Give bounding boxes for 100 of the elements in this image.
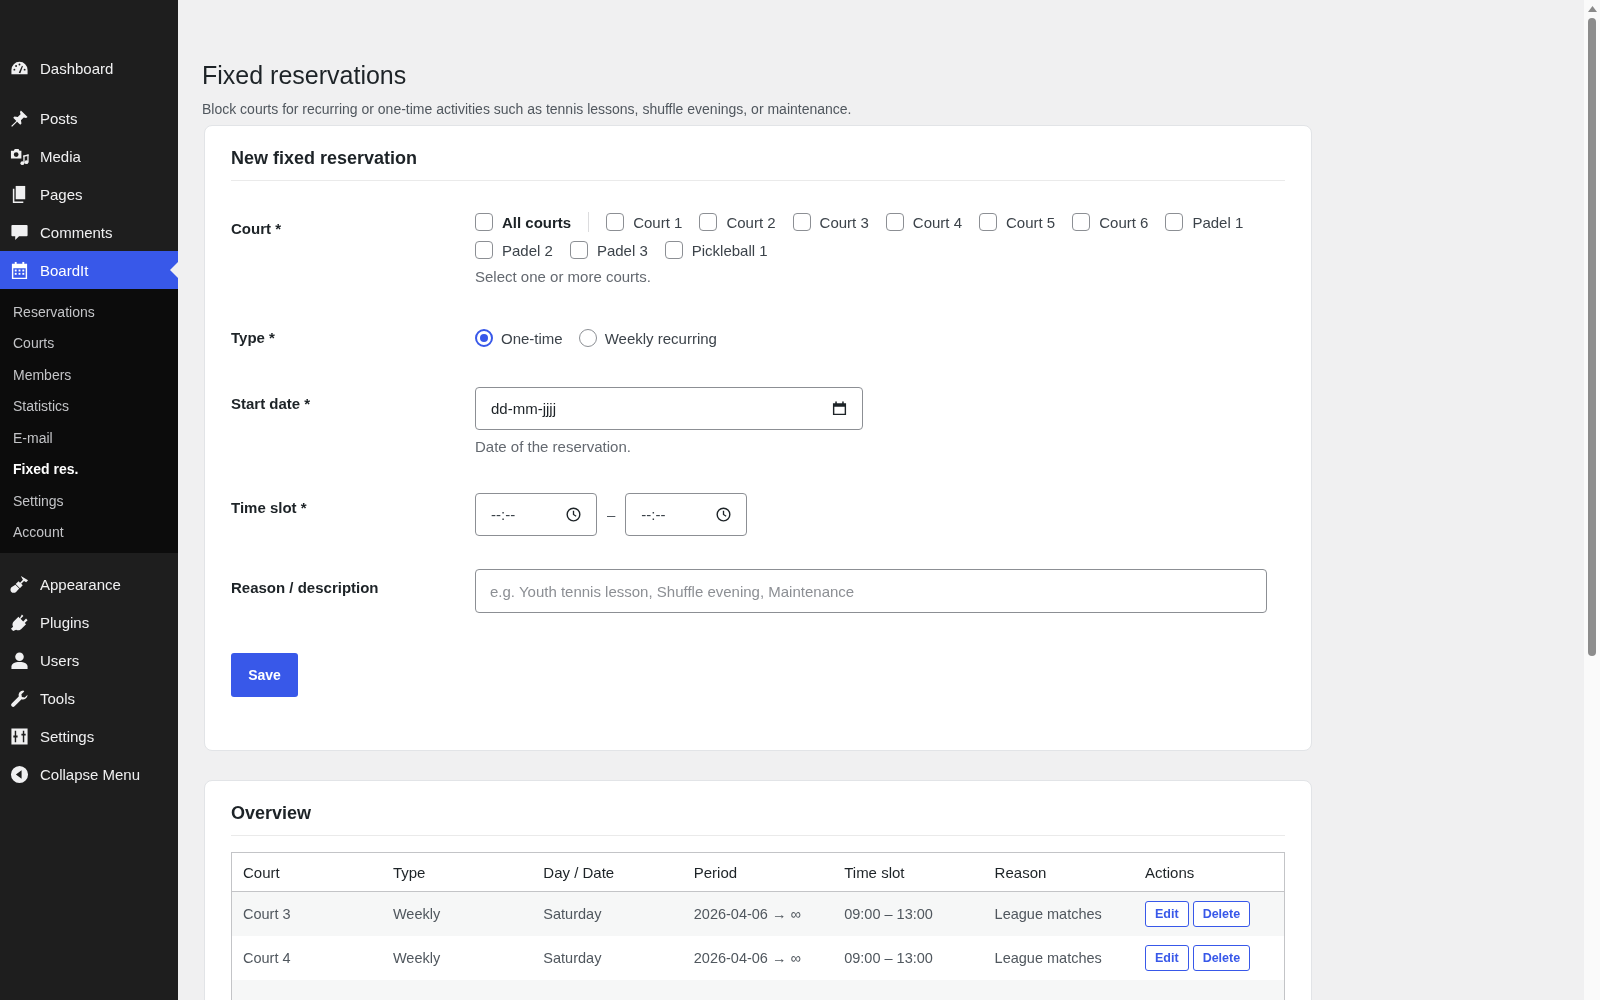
- checkbox[interactable]: [1072, 213, 1091, 231]
- page-title: Fixed reservations: [202, 60, 408, 91]
- time-field[interactable]: --:--: [475, 493, 597, 536]
- table-cell: League matches: [983, 936, 1135, 980]
- table-cell: Court 4: [231, 936, 382, 980]
- column-header: Period: [682, 852, 834, 892]
- card-title: Overview: [231, 801, 1285, 836]
- checkbox-label: Court 2: [726, 213, 776, 231]
- sidebar-item[interactable]: Pages: [0, 175, 178, 213]
- checkbox-label: Padel 2: [502, 241, 553, 259]
- checkbox-label: Court 4: [912, 213, 962, 231]
- reason-field[interactable]: e.g. Youth tennis lesson, Shuffle evening, Maintenance: [475, 569, 1267, 613]
- table-cell: Weekly: [381, 936, 533, 980]
- range-separator: –: [607, 506, 616, 523]
- save-button[interactable]: Save: [231, 653, 298, 697]
- sidebar-item[interactable]: Plugins: [0, 603, 178, 641]
- table-cell: 2026-04-06 → ∞: [682, 891, 834, 936]
- sidebar-item[interactable]: BoardIt: [0, 251, 178, 289]
- table-cell: 2026-04-06 → ∞: [682, 936, 834, 980]
- wrench-icon: [10, 688, 29, 708]
- field-label: Start date *: [231, 394, 312, 414]
- card-title: New fixed reservation: [231, 146, 1285, 181]
- delete-button[interactable]: Delete: [1192, 945, 1251, 971]
- checkbox[interactable]: [792, 213, 811, 231]
- camera-music-icon: [10, 146, 29, 166]
- field-hint: Date of the reservation.: [475, 437, 632, 457]
- radio-label: One-time: [501, 329, 563, 347]
- sidebar-item[interactable]: Comments: [0, 213, 178, 251]
- submenu-item[interactable]: Settings: [0, 485, 178, 517]
- page-description: Block courts for recurring or one-time activities such as tennis lessons, shuffle evenings, or maintenance.: [202, 100, 853, 119]
- sliders-icon: [10, 726, 29, 746]
- column-header: Reason: [983, 852, 1135, 892]
- sidebar-item[interactable]: Posts: [0, 99, 178, 137]
- field-label: Time slot *: [231, 498, 308, 518]
- table-cell: League matches: [983, 891, 1135, 936]
- column-header: Actions: [1134, 852, 1285, 892]
- checkbox-label: Court 6: [1099, 213, 1149, 231]
- table-cell: 09:00 – 13:00: [833, 891, 984, 936]
- radio-button[interactable]: [578, 329, 597, 347]
- field-label: Type *: [231, 328, 276, 348]
- submenu-item[interactable]: Members: [0, 359, 178, 391]
- radio-label: Weekly recurring: [604, 329, 717, 347]
- field-hint: Select one or more courts.: [475, 267, 652, 287]
- column-header: Day / Date: [532, 852, 683, 892]
- clock-icon: [566, 507, 581, 522]
- calendar-icon: [832, 401, 847, 416]
- sidebar-item[interactable]: Appearance: [0, 565, 178, 603]
- checkbox[interactable]: [885, 213, 904, 231]
- delete-button[interactable]: Delete: [1192, 901, 1251, 927]
- checkbox[interactable]: [979, 213, 997, 231]
- column-header: Court: [231, 852, 382, 892]
- sidebar-item[interactable]: Dashboard: [0, 49, 178, 87]
- checkbox-label: Court 5: [1006, 213, 1056, 231]
- submenu-item[interactable]: Statistics: [0, 390, 178, 422]
- checkbox-label: Pickleball 1: [691, 241, 768, 259]
- plug-icon: [10, 612, 29, 632]
- sidebar-item[interactable]: Settings: [0, 717, 178, 755]
- column-header: Type: [381, 852, 533, 892]
- date-field[interactable]: dd-mm-jjjj: [475, 387, 863, 430]
- checkbox[interactable]: [1165, 213, 1184, 231]
- checkbox-label: Padel 3: [596, 241, 648, 259]
- submenu-item[interactable]: Reservations: [0, 296, 178, 328]
- sidebar-item[interactable]: Media: [0, 137, 178, 175]
- speech-bubble-icon: [10, 222, 29, 242]
- collapse-menu-button[interactable]: Collapse Menu: [0, 755, 178, 793]
- column-header: Time slot: [833, 852, 984, 892]
- table-cell: Saturday: [532, 891, 683, 936]
- sidebar-item[interactable]: Users: [0, 641, 178, 679]
- calendar-icon: [10, 260, 29, 280]
- checkbox-label: All courts: [502, 213, 572, 231]
- checkbox-label: Court 3: [819, 213, 869, 231]
- table-cell: 09:00 – 13:00: [833, 936, 984, 980]
- submenu-item[interactable]: Courts: [0, 327, 178, 359]
- time-field[interactable]: --:--: [625, 493, 748, 536]
- radio-button[interactable]: [475, 329, 493, 347]
- checkbox[interactable]: [475, 213, 493, 231]
- checkbox-label: Padel 1: [1192, 213, 1244, 231]
- clock-icon: [716, 507, 732, 522]
- field-label: Court *: [231, 219, 282, 239]
- submenu-item[interactable]: Account: [0, 516, 178, 548]
- paintbrush-icon: [10, 574, 29, 594]
- pushpin-icon: [10, 108, 29, 128]
- table-cell: Saturday: [532, 936, 683, 980]
- table-cell: Court 3: [231, 891, 382, 936]
- checkbox[interactable]: [475, 241, 493, 259]
- scrollbar[interactable]: [1584, 0, 1600, 1000]
- checkbox[interactable]: [606, 213, 625, 231]
- table-cell: Weekly: [381, 891, 533, 936]
- checkbox[interactable]: [664, 241, 683, 259]
- checkbox-label: Court 1: [633, 213, 683, 231]
- scroll-up-arrow-icon[interactable]: [1587, 6, 1597, 12]
- submenu-item[interactable]: Fixed res.: [0, 453, 178, 485]
- edit-button[interactable]: Edit: [1145, 945, 1189, 971]
- field-label: Reason / description: [231, 578, 380, 598]
- submenu-item[interactable]: E-mail: [0, 422, 178, 454]
- checkbox[interactable]: [569, 241, 588, 259]
- person-icon: [10, 650, 29, 670]
- sidebar-item[interactable]: Tools: [0, 679, 178, 717]
- checkbox[interactable]: [699, 213, 718, 231]
- edit-button[interactable]: Edit: [1145, 901, 1189, 927]
